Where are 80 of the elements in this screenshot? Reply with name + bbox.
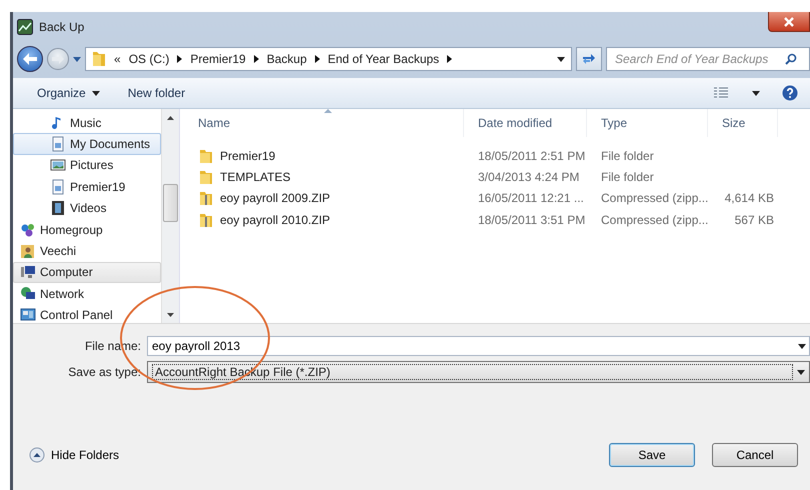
sidebar-item[interactable]: Computer <box>13 262 161 284</box>
file-name-cell[interactable]: eoy payroll 2009.ZIP <box>184 190 464 206</box>
list-view-icon <box>714 87 728 99</box>
overflow-chevron[interactable]: « <box>114 52 121 66</box>
picture-icon <box>50 157 66 174</box>
scrollbar-thumb[interactable] <box>163 184 178 222</box>
file-name-cell[interactable]: TEMPLATES <box>184 169 464 186</box>
type-cell-text: File folder <box>600 148 655 163</box>
close-icon <box>784 16 794 26</box>
date-cell-text: 3/04/2013 4:24 PM <box>477 170 580 184</box>
cancel-button[interactable]: Cancel <box>712 443 798 467</box>
scroll-up-icon[interactable] <box>167 116 174 120</box>
computer-icon <box>20 264 36 280</box>
refresh-icon <box>582 53 596 65</box>
breadcrumb[interactable]: Premier19 <box>190 52 246 66</box>
type-cell-text: Compressed (zipp... <box>600 212 708 227</box>
folder-icon <box>198 148 214 164</box>
sidebar-item[interactable]: Music <box>13 112 161 134</box>
folder-icon <box>92 51 106 67</box>
help-icon[interactable] <box>782 85 798 101</box>
document-icon <box>50 178 66 195</box>
back-arrow-icon <box>23 53 37 65</box>
app-icon <box>17 19 33 35</box>
sidebar-item[interactable]: Veechi <box>13 240 161 262</box>
address-bar[interactable]: « OS (C:) Premier19 Backup End of Year Backups <box>85 47 572 71</box>
chevron-icon <box>447 55 452 63</box>
back-button[interactable] <box>17 46 43 72</box>
sidebar-item[interactable]: Premier19 <box>13 176 161 198</box>
column-header[interactable]: Type <box>587 109 708 137</box>
collapse-icon <box>29 447 45 463</box>
caret-icon <box>92 90 100 96</box>
refresh-button[interactable] <box>576 47 602 71</box>
close-button[interactable] <box>768 12 810 32</box>
breadcrumb[interactable]: End of Year Backups <box>328 52 440 66</box>
chevron-icon <box>177 55 182 63</box>
dropdown-caret-icon <box>797 370 805 374</box>
film-icon <box>50 200 66 216</box>
dropdown-caret-icon <box>557 56 565 62</box>
chevron-icon <box>254 55 259 63</box>
control-panel-icon <box>20 307 36 323</box>
column-header[interactable]: Size <box>708 109 778 137</box>
size-cell-text: 4,614 KB <box>724 191 775 206</box>
search-field[interactable]: Search End of Year Backups <box>606 47 810 71</box>
date-cell-text: 18/05/2011 3:51 PM <box>477 212 586 227</box>
scrollbar[interactable] <box>161 109 179 323</box>
homegroup-icon <box>20 222 36 238</box>
type-cell-text: Compressed (zipp... <box>600 191 708 206</box>
organize-button[interactable]: Organize <box>35 84 102 102</box>
sidebar-item[interactable]: My Documents <box>13 133 161 155</box>
zip-folder-icon <box>198 212 214 228</box>
breadcrumb[interactable]: Backup <box>266 52 307 66</box>
network-icon <box>20 286 36 302</box>
date-cell-text: 18/05/2011 2:51 PM <box>477 148 586 163</box>
window-title: Back Up <box>39 20 84 34</box>
sidebar-item[interactable]: Network <box>13 283 161 305</box>
type-cell-text: File folder <box>600 170 655 184</box>
save-type-label: Save as type: <box>67 365 142 379</box>
date-cell-text: 16/05/2011 12:21 ... <box>477 191 585 206</box>
sidebar-item[interactable]: Homegroup <box>13 218 161 240</box>
sidebar-item[interactable]: Pictures <box>13 154 161 176</box>
column-header[interactable]: Date modified <box>464 109 587 137</box>
folder-icon <box>198 169 214 186</box>
history-caret-icon <box>73 56 81 62</box>
new-folder-button[interactable]: New folder <box>126 84 188 102</box>
file-name-cell[interactable]: eoy payroll 2010.ZIP <box>184 212 464 228</box>
file-name-cell[interactable]: Premier19 <box>184 148 464 164</box>
save-button[interactable]: Save <box>609 443 695 467</box>
forward-arrow-icon <box>52 54 64 64</box>
sidebar-item[interactable]: Videos <box>13 198 161 219</box>
chevron-icon <box>314 55 320 63</box>
hide-folders-button[interactable]: Hide Folders <box>29 447 120 463</box>
user-folder-icon <box>20 243 36 260</box>
size-cell-text: 567 KB <box>734 212 775 227</box>
zip-folder-icon <box>198 190 214 206</box>
search-icon <box>785 53 797 65</box>
sort-arrow-icon <box>324 109 332 113</box>
breadcrumb[interactable]: OS (C:) <box>128 52 170 66</box>
view-caret-icon <box>752 90 760 96</box>
document-icon <box>50 136 66 152</box>
scroll-down-icon[interactable] <box>167 312 174 316</box>
